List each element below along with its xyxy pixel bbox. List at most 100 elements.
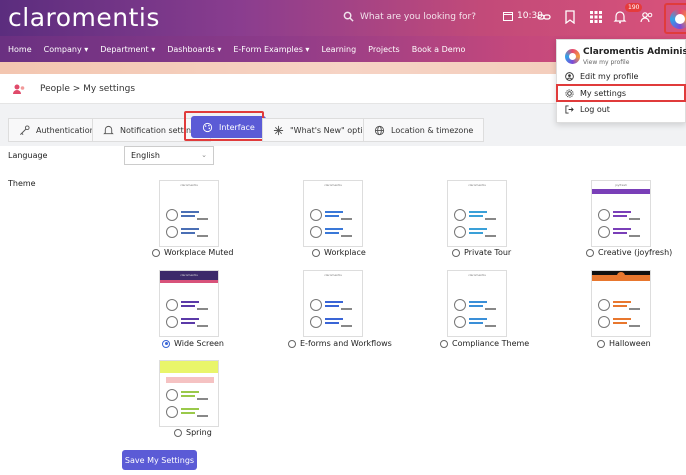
theme-radio-compliance-theme[interactable]: Compliance Theme — [440, 339, 529, 348]
nav-item-dashboards[interactable]: Dashboards ▾ — [167, 45, 221, 54]
link-icon[interactable] — [537, 10, 551, 24]
radio-button[interactable] — [452, 248, 460, 257]
theme-radio-spring[interactable]: Spring — [174, 428, 212, 437]
theme-radio-halloween[interactable]: Halloween — [597, 339, 651, 348]
avatar-placeholder-icon — [166, 406, 178, 418]
radio-button[interactable] — [162, 339, 170, 348]
preview-bar — [469, 301, 487, 303]
menu-item-edit-profile[interactable]: Edit my profile — [565, 72, 638, 81]
preview-bar — [181, 391, 199, 393]
nav-item-home[interactable]: Home — [8, 45, 32, 54]
avatar-placeholder-icon — [166, 389, 178, 401]
preview-bar — [485, 325, 496, 327]
preview-bar — [197, 398, 208, 400]
radio-button[interactable] — [152, 248, 160, 257]
theme-preview-row — [166, 226, 214, 238]
theme-preview-row — [166, 299, 214, 311]
preview-bar — [325, 215, 339, 217]
preview-bar — [341, 235, 352, 237]
tab-interface-highlight — [184, 111, 264, 141]
tab-location-timezone[interactable]: Location & timezone — [363, 118, 485, 142]
theme-preview-halloween[interactable] — [591, 270, 651, 337]
logout-icon — [565, 105, 574, 114]
user-avatar[interactable] — [670, 9, 686, 29]
radio-button[interactable] — [288, 339, 296, 348]
preview-bar — [181, 301, 199, 303]
save-settings-button[interactable]: Save My Settings — [122, 450, 197, 470]
theme-preview-workplace[interactable]: claromentis — [303, 180, 363, 247]
radio-button[interactable] — [312, 248, 320, 257]
radio-button[interactable] — [597, 339, 605, 348]
radio-button[interactable] — [174, 428, 182, 437]
theme-preview-private-tour[interactable]: claromentis — [447, 180, 507, 247]
top-bar: claromentis What are you looking for? 10… — [0, 0, 686, 36]
theme-radio-private-tour[interactable]: Private Tour — [452, 248, 511, 257]
theme-preview-workplace-muted[interactable]: claromentis — [159, 180, 219, 247]
nav-item-book-demo[interactable]: Book a Demo — [412, 45, 466, 54]
preview-bar — [629, 325, 640, 327]
bookmark-icon[interactable] — [563, 10, 577, 24]
theme-preview-row — [598, 209, 646, 221]
theme-radio-creative-joyfresh[interactable]: Creative (joyfresh) — [586, 248, 672, 257]
theme-radio-workplace[interactable]: Workplace — [312, 248, 366, 257]
preview-bar — [325, 232, 339, 234]
nav-item-eform-examples[interactable]: E-Form Examples ▾ — [233, 45, 309, 54]
language-select[interactable]: English ⌄ — [124, 146, 214, 165]
preview-bar — [325, 318, 343, 320]
theme-radio-wide-screen[interactable]: Wide Screen — [162, 339, 224, 348]
theme-preview-spring[interactable] — [159, 360, 219, 427]
preview-bar — [325, 322, 339, 324]
avatar-placeholder-icon — [454, 209, 466, 221]
theme-preview-header: claromentis — [324, 273, 342, 277]
preview-bar — [197, 218, 208, 220]
nav-item-learning[interactable]: Learning — [321, 45, 356, 54]
theme-radio-workplace-muted[interactable]: Workplace Muted — [152, 248, 233, 257]
chevron-down-icon: ⌄ — [201, 151, 207, 159]
nav-item-company[interactable]: Company ▾ — [44, 45, 89, 54]
preview-bar — [613, 232, 627, 234]
app-logo[interactable]: claromentis — [8, 3, 160, 32]
theme-preview-compliance-theme[interactable]: claromentis — [447, 270, 507, 337]
breadcrumb[interactable]: People > My settings — [40, 84, 135, 94]
claromentis-logo-icon — [565, 49, 580, 64]
radio-button[interactable] — [440, 339, 448, 348]
preview-bar — [197, 325, 208, 327]
theme-name: Workplace Muted — [164, 248, 234, 257]
preview-bar — [325, 301, 343, 303]
theme-preview-wide-screen[interactable]: claromentis — [159, 270, 219, 337]
theme-name: Private Tour — [464, 248, 512, 257]
search-placeholder: What are you looking for? — [360, 11, 476, 22]
apps-grid-icon[interactable] — [589, 10, 603, 24]
theme-radio-eforms-and-workflows[interactable]: E-forms and Workflows — [288, 339, 392, 348]
preview-bar — [613, 322, 627, 324]
preview-bar — [613, 228, 631, 230]
preview-bar — [469, 211, 487, 213]
theme-preview-eforms-and-workflows[interactable]: claromentis — [303, 270, 363, 337]
avatar-placeholder-icon — [166, 316, 178, 328]
theme-name: E-forms and Workflows — [300, 339, 392, 348]
search-bar[interactable]: What are you looking for? — [343, 11, 476, 22]
theme-preview-row — [310, 209, 358, 221]
avatar-placeholder-icon — [454, 316, 466, 328]
radio-button[interactable] — [586, 248, 594, 257]
preview-bar — [181, 318, 199, 320]
nav-item-department[interactable]: Department ▾ — [100, 45, 155, 54]
theme-preview-row — [598, 226, 646, 238]
theme-preview-creative-joyfresh[interactable]: joyfresh — [591, 180, 651, 247]
people-icon[interactable] — [640, 10, 654, 24]
bell-icon[interactable] — [613, 10, 627, 24]
theme-name: Workplace — [324, 248, 366, 257]
theme-preview-header: claromentis — [180, 183, 198, 187]
theme-name: Wide Screen — [174, 339, 225, 348]
menu-item-log-out[interactable]: Log out — [565, 105, 610, 114]
theme-preview-header: claromentis — [468, 273, 486, 277]
spring-banner — [166, 377, 214, 383]
avatar-placeholder-icon — [310, 226, 322, 238]
theme-name: Spring — [186, 428, 212, 437]
search-icon — [343, 11, 354, 22]
nav-item-projects[interactable]: Projects — [368, 45, 400, 54]
view-profile-link[interactable]: View my profile — [583, 59, 629, 66]
preview-bar — [613, 211, 631, 213]
theme-name: Creative (joyfresh) — [598, 248, 673, 257]
theme-name: Compliance Theme — [452, 339, 530, 348]
